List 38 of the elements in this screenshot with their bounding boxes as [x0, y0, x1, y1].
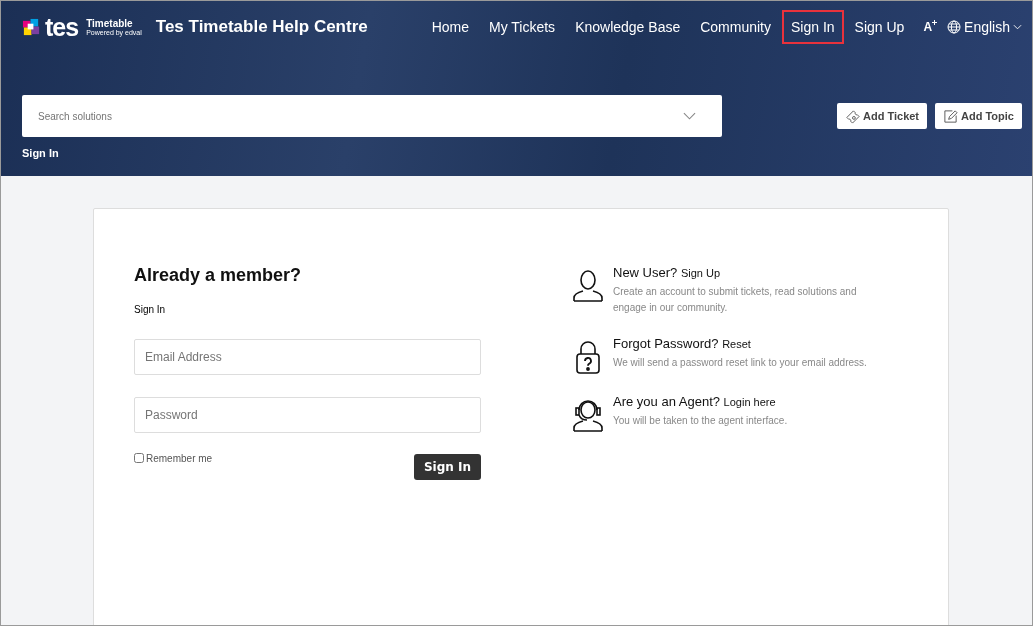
globe-icon: [947, 20, 962, 34]
option-description: We will send a password reset link to your email address.: [613, 356, 868, 370]
headset-icon: [571, 398, 605, 432]
nav-link[interactable]: Sign In: [782, 10, 844, 44]
user-icon: [571, 269, 605, 303]
nav-link[interactable]: Knowledge Base: [566, 10, 690, 44]
chevron-down-icon: [683, 112, 696, 120]
nav-link[interactable]: Sign Up: [845, 10, 914, 44]
ticket-icon: [845, 108, 860, 124]
breadcrumb: Sign In: [22, 147, 59, 159]
action-button[interactable]: Add Topic: [935, 103, 1022, 129]
option-title: Are you an Agent?: [613, 394, 720, 409]
form-heading: Already a member?: [134, 265, 303, 286]
language-selector[interactable]: English: [947, 19, 1022, 35]
option-title: Forgot Password?: [613, 336, 719, 351]
sign-in-button[interactable]: Sign In: [413, 454, 481, 480]
plus-icon: [932, 20, 938, 25]
form-subtitle: Sign In: [134, 304, 166, 315]
remember-label: Remember me: [146, 453, 213, 464]
site-title: Tes Timetable Help Centre: [155, 17, 368, 37]
action-button[interactable]: Add Ticket: [837, 103, 928, 129]
password-field[interactable]: Password: [134, 397, 481, 433]
option-link[interactable]: Reset: [722, 338, 751, 350]
email-field[interactable]: Email Address: [134, 339, 481, 375]
cube-logo-icon: [22, 17, 41, 37]
option-link[interactable]: Sign Up: [680, 267, 721, 279]
option-description: Create an account to submit tickets, read solutions and engage in our community.: [613, 285, 858, 315]
remember-checkbox[interactable]: [134, 453, 144, 463]
option-description: You will be taken to the agent interface.: [613, 414, 789, 428]
chevron-down-icon: [1013, 24, 1022, 30]
nav-link[interactable]: Home: [422, 10, 478, 44]
search-field[interactable]: Search solutions: [22, 95, 722, 137]
nav-link[interactable]: My Tickets: [480, 10, 565, 44]
nav-link[interactable]: Community: [691, 10, 780, 44]
option-link[interactable]: Login here: [723, 396, 776, 408]
font-size-toggle[interactable]: A: [915, 20, 946, 34]
edit-icon: [943, 108, 959, 124]
option-title: New User?: [613, 265, 678, 280]
